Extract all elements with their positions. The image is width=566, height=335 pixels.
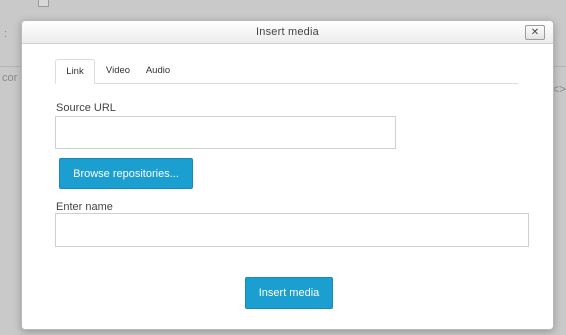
source-url-label: Source URL	[56, 102, 116, 114]
background-text-fragment: :	[4, 28, 8, 40]
insert-media-dialog: Insert media ✕ Link Video Audio Source U…	[21, 20, 554, 330]
tab-audio[interactable]: Audio	[141, 59, 175, 83]
background-text-fragment: cor	[2, 72, 18, 84]
close-icon: ✕	[530, 26, 540, 38]
close-button[interactable]: ✕	[525, 25, 545, 40]
name-input[interactable]	[55, 213, 529, 247]
background-checkbox	[38, 0, 49, 7]
source-url-input[interactable]	[55, 116, 396, 149]
dialog-title: Insert media	[256, 26, 319, 38]
background-code-icon: <>	[552, 82, 566, 96]
background-divider-left	[0, 66, 22, 67]
tab-video[interactable]: Video	[101, 59, 135, 83]
insert-media-button[interactable]: Insert media	[245, 277, 333, 309]
browse-repositories-button[interactable]: Browse repositories...	[59, 158, 193, 189]
enter-name-label: Enter name	[56, 201, 113, 213]
dialog-titlebar: Insert media ✕	[22, 21, 553, 44]
media-tabs: Link Video Audio	[55, 59, 518, 84]
tab-link[interactable]: Link	[55, 59, 95, 84]
